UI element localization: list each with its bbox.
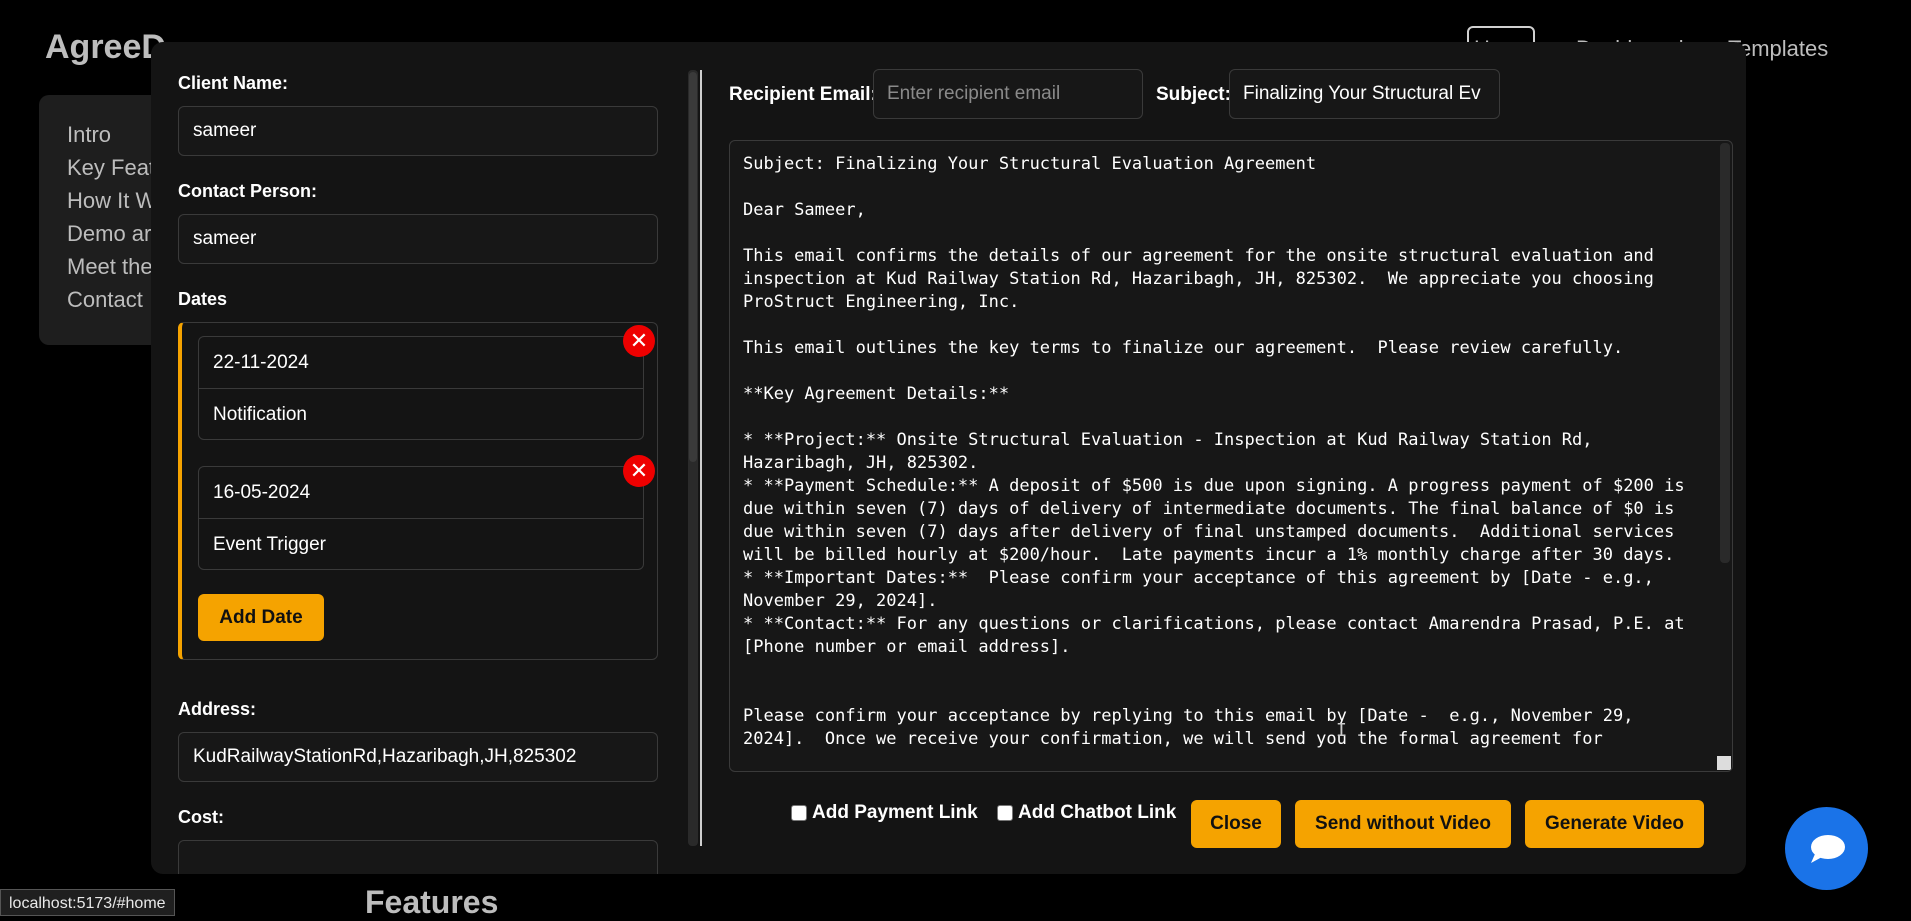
sidebar-item-how-it-works[interactable]: How It W: [67, 188, 156, 214]
generate-video-button[interactable]: Generate Video: [1525, 800, 1704, 848]
close-button[interactable]: Close: [1191, 800, 1281, 848]
date-entry: 22-11-2024 Notification: [198, 336, 644, 440]
close-icon: ✕: [629, 328, 649, 353]
sidebar-item-meet-the-team[interactable]: Meet the: [67, 254, 153, 280]
date-type-select[interactable]: Notification: [199, 388, 643, 440]
scrollbar-thumb[interactable]: [689, 72, 697, 462]
email-body-text: Subject: Finalizing Your Structural Eval…: [743, 154, 1685, 749]
email-body-textarea[interactable]: Subject: Finalizing Your Structural Eval…: [729, 140, 1733, 772]
recipient-email-input[interactable]: [873, 69, 1143, 119]
contact-person-label: Contact Person:: [178, 181, 318, 201]
date-entry: 16-05-2024 Event Trigger: [198, 466, 644, 570]
chatbot-link-label: Add Chatbot Link: [1018, 802, 1177, 823]
client-name-label: Client Name:: [178, 73, 289, 93]
features-heading: Features: [365, 884, 499, 920]
sidebar-item-demo[interactable]: Demo ar: [67, 221, 151, 247]
add-chatbot-link-toggle[interactable]: Add Chatbot Link: [997, 802, 1176, 824]
sidebar-item-key-features[interactable]: Key Feat: [67, 155, 155, 181]
subject-label: Subject:: [1156, 84, 1231, 105]
panel-divider: [700, 70, 702, 846]
remove-date-button[interactable]: ✕: [623, 455, 655, 487]
remove-date-button[interactable]: ✕: [623, 325, 655, 357]
recipient-email-label: Recipient Email:: [729, 84, 877, 105]
date-input[interactable]: 22-11-2024: [199, 337, 643, 388]
email-body-scrollbar[interactable]: [1720, 143, 1730, 563]
cost-label: Cost:: [178, 807, 224, 827]
email-compose-modal: Client Name: sameer Contact Person: same…: [151, 42, 1746, 874]
app-logo[interactable]: AgreeD: [45, 28, 166, 67]
date-type-select[interactable]: Event Trigger: [199, 518, 643, 570]
payment-link-label: Add Payment Link: [812, 802, 978, 823]
contact-person-input[interactable]: sameer: [178, 214, 658, 264]
chatbot-link-checkbox[interactable]: [997, 805, 1013, 821]
address-input[interactable]: KudRailwayStationRd,Hazaribagh,JH,825302: [178, 732, 658, 782]
dates-label: Dates: [178, 289, 228, 309]
chat-button[interactable]: [1785, 807, 1868, 890]
chat-bubble-icon: [1810, 834, 1845, 863]
form-scrollbar[interactable]: [688, 70, 698, 846]
date-input[interactable]: 16-05-2024: [199, 467, 643, 518]
subject-input[interactable]: Finalizing Your Structural Ev: [1229, 69, 1500, 119]
status-bar-url: localhost:5173/#home: [0, 889, 175, 916]
agreement-form-panel: Client Name: sameer Contact Person: same…: [151, 42, 671, 874]
send-without-video-button[interactable]: Send without Video: [1295, 800, 1511, 848]
client-name-input[interactable]: sameer: [178, 106, 658, 156]
text-cursor-icon: I: [1336, 720, 1347, 741]
payment-link-checkbox[interactable]: [791, 805, 807, 821]
add-date-button[interactable]: Add Date: [198, 594, 324, 641]
sidebar-item-intro[interactable]: Intro: [67, 122, 111, 148]
address-label: Address:: [178, 699, 257, 719]
close-icon: ✕: [629, 458, 649, 483]
dates-list: 22-11-2024 Notification ✕ 16-05-2024 Eve…: [178, 322, 658, 660]
sidebar-item-contact[interactable]: Contact: [67, 287, 143, 313]
resize-handle[interactable]: [1717, 756, 1731, 770]
add-payment-link-toggle[interactable]: Add Payment Link: [791, 802, 978, 824]
cost-input[interactable]: [178, 840, 658, 874]
